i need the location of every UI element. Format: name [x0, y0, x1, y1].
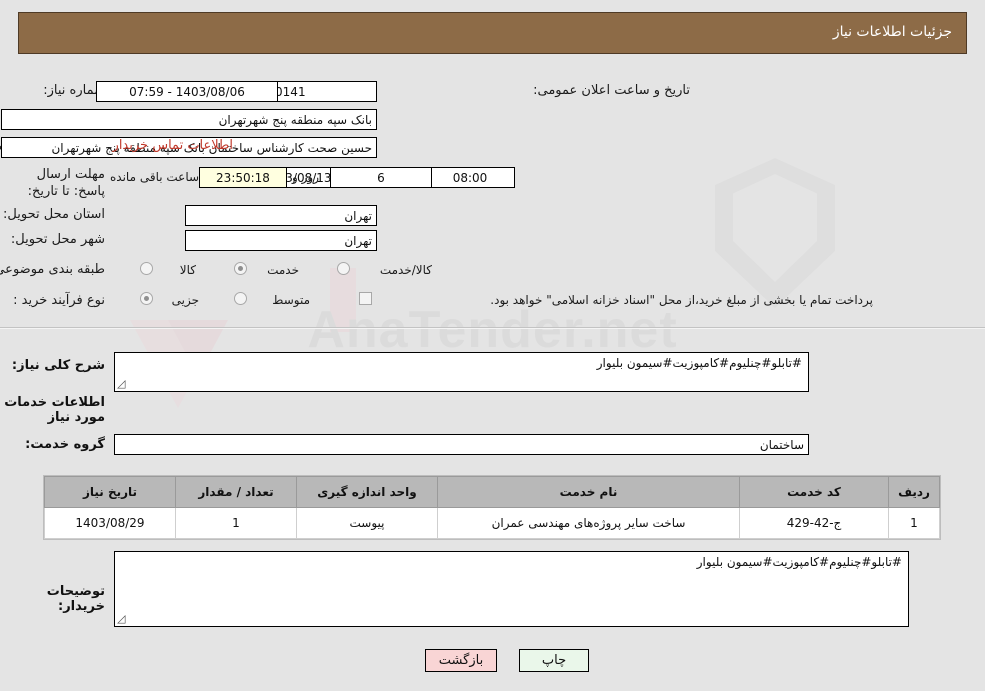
page-title: جزئیات اطلاعات نیاز	[832, 24, 952, 40]
page-root: AnaTender.net جزئیات اطلاعات نیاز شماره …	[0, 0, 985, 691]
deadline-time-value: 08:00	[425, 167, 515, 188]
category-label: طبقه بندی موضوعی:	[0, 262, 105, 277]
resize-grip-icon[interactable]: ◺	[117, 377, 129, 390]
buyer-notes-value: #تابلو#چنلیوم#کامپوزیت#سیمون بلیوار	[696, 555, 902, 569]
service-group-value: ساختمان	[114, 434, 809, 455]
announce-datetime-label: تاریخ و ساعت اعلان عمومی:	[533, 83, 690, 98]
print-button[interactable]: چاپ	[519, 649, 589, 672]
table-header-row: ردیف کد خدمت نام خدمت واحد اندازه گیری ت…	[44, 476, 940, 508]
col-header-radif: ردیف	[888, 476, 940, 508]
cell-quantity: 1	[175, 507, 297, 539]
deadline-label: مهلت ارسال پاسخ: تا تاریخ:	[27, 167, 105, 199]
service-group-label: گروه خدمت:	[25, 437, 105, 452]
purchase-type-radio-jozi-label: جزیی	[171, 293, 199, 307]
cell-need-date: 1403/08/29	[44, 507, 176, 539]
col-header-service-code: کد خدمت	[739, 476, 889, 508]
category-radio-kala-khedmat-label: کالا/خدمت	[379, 263, 432, 277]
treasury-bonds-checkbox[interactable]	[359, 292, 372, 305]
category-radio-kala-label: کالا	[179, 263, 196, 277]
buyer-notes-textarea[interactable]: #تابلو#چنلیوم#کامپوزیت#سیمون بلیوار ◺	[114, 551, 909, 627]
purchase-type-radio-motavasset-label: متوسط	[272, 293, 310, 307]
buyer-org-value: بانک سپه منطقه پنج شهرتهران	[1, 109, 377, 130]
watermark-shield-icon	[715, 158, 835, 308]
general-desc-textarea[interactable]: #تابلو#چنلیوم#کامپوزیت#سیمون بلیوار ◺	[114, 352, 809, 392]
purchase-type-radio-motavasset[interactable]	[234, 292, 247, 305]
purchase-type-radio-jozi[interactable]	[140, 292, 153, 305]
remaining-days-label: روز و	[292, 170, 319, 184]
table-row: 1 ج-42-429 ساخت سایر پروژه‌های مهندسی عم…	[44, 507, 940, 539]
general-desc-label: شرح کلی نیاز:	[11, 358, 105, 373]
province-label: استان محل تحویل:	[3, 207, 105, 222]
col-header-service-name: نام خدمت	[437, 476, 740, 508]
buyer-notes-label: توضیحات خریدار:	[46, 584, 105, 614]
category-radio-khedmat[interactable]	[234, 262, 247, 275]
watermark-text: AnaTender.net	[307, 301, 678, 359]
section-divider-1	[0, 327, 985, 329]
announce-datetime-value: 1403/08/06 - 07:59	[96, 81, 278, 102]
col-header-need-date: تاریخ نیاز	[44, 476, 176, 508]
resize-grip-icon-2[interactable]: ◺	[117, 612, 129, 625]
cell-service-name: ساخت سایر پروژه‌های مهندسی عمران	[437, 507, 740, 539]
services-section-title: اطلاعات خدمات مورد نیاز	[4, 395, 105, 425]
cell-service-code: ج-42-429	[739, 507, 889, 539]
treasury-bonds-label: پرداخت تمام یا بخشی از مبلغ خرید،از محل …	[490, 293, 873, 307]
city-label: شهر محل تحویل:	[10, 232, 105, 247]
buyer-contact-link[interactable]: اطلاعات تماس خریدار	[113, 138, 233, 153]
province-value: تهران	[185, 205, 377, 226]
watermark-bar	[330, 268, 356, 332]
category-radio-khedmat-label: خدمت	[267, 263, 299, 277]
city-value: تهران	[185, 230, 377, 251]
back-button[interactable]: بازگشت	[425, 649, 497, 672]
watermark-shield-inner	[733, 174, 817, 282]
col-header-unit: واحد اندازه گیری	[296, 476, 438, 508]
general-desc-value: #تابلو#چنلیوم#کامپوزیت#سیمون بلیوار	[596, 356, 802, 370]
col-header-quantity: تعداد / مقدار	[175, 476, 297, 508]
remaining-days-value: 6	[330, 167, 432, 188]
purchase-type-label: نوع فرآیند خرید :	[13, 293, 105, 308]
page-title-bar: جزئیات اطلاعات نیاز	[18, 12, 967, 54]
cell-unit: پیوست	[296, 507, 438, 539]
remaining-suffix-label: ساعت باقی مانده	[110, 170, 200, 184]
cell-radif: 1	[888, 507, 940, 539]
remaining-countdown-value: 23:50:18	[199, 167, 287, 188]
services-table: ردیف کد خدمت نام خدمت واحد اندازه گیری ت…	[44, 476, 940, 539]
category-radio-kala-khedmat[interactable]	[337, 262, 350, 275]
category-radio-kala[interactable]	[140, 262, 153, 275]
